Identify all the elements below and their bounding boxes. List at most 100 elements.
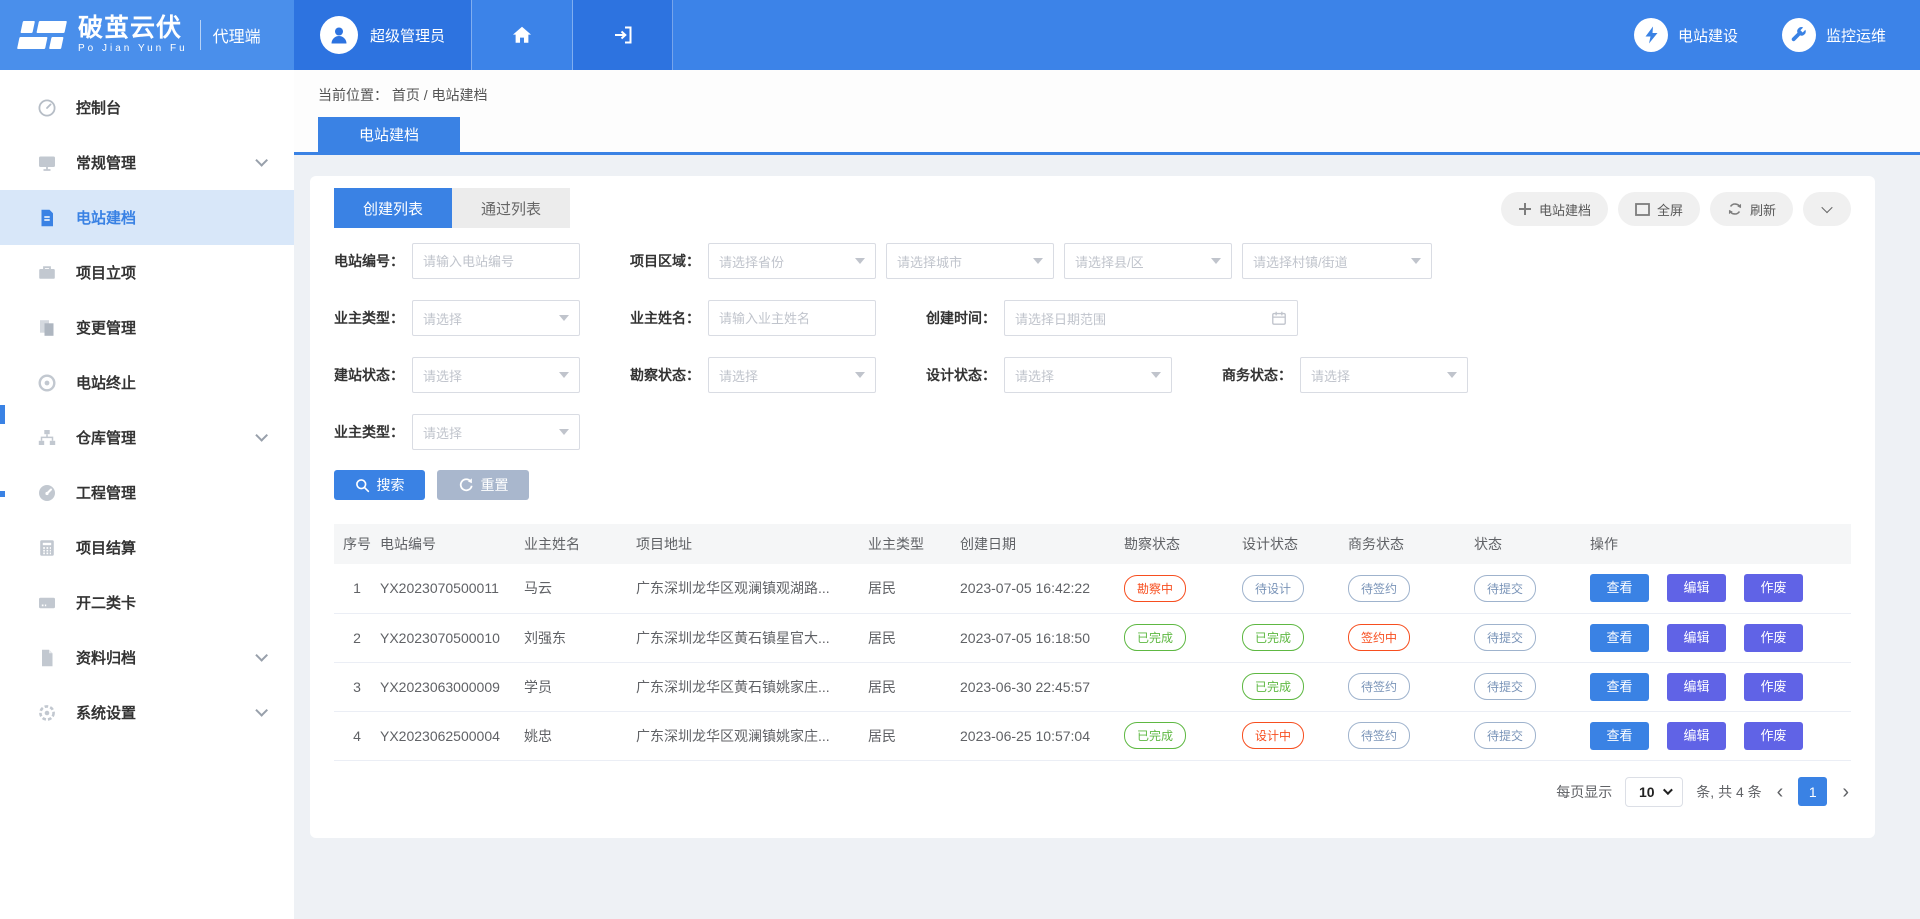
sidebar-item-warehouse-mgmt[interactable]: 仓库管理: [0, 410, 294, 465]
sidebar-item-change-mgmt[interactable]: 变更管理: [0, 300, 294, 355]
dashboard-icon: [36, 98, 58, 118]
owner-type-select[interactable]: 请选择: [412, 300, 580, 336]
void-button[interactable]: 作废: [1744, 624, 1803, 652]
build-status-select[interactable]: 请选择: [412, 357, 580, 393]
sidebar-item-system-settings[interactable]: 系统设置: [0, 685, 294, 740]
breadcrumb-path[interactable]: 首页 / 电站建档: [392, 87, 488, 103]
design-status-badge: 待设计: [1242, 575, 1304, 602]
sidebar-item-label: 控制台: [76, 97, 121, 118]
lightning-icon: [1634, 18, 1668, 52]
province-select[interactable]: 请选择省份: [708, 243, 876, 279]
page-tab-station-archive[interactable]: 电站建档: [318, 117, 460, 152]
owner-type2-select[interactable]: 请选择: [412, 414, 580, 450]
caret-down-icon: [559, 372, 569, 378]
caret-down-icon: [1447, 372, 1457, 378]
topbar: 破茧云伏 Po Jian Yun Fu 代理端 超级管理员: [0, 0, 1920, 70]
search-label: 搜索: [377, 475, 405, 495]
sidebar-item-label: 项目立项: [76, 262, 136, 283]
survey-status-select[interactable]: 请选择: [708, 357, 876, 393]
design-status-select[interactable]: 请选择: [1004, 357, 1172, 393]
tab-create-list[interactable]: 创建列表: [334, 188, 452, 228]
sidebar-item-project-settlement[interactable]: 项目结算: [0, 520, 294, 575]
sidebar-item-label: 开二类卡: [76, 592, 136, 613]
edit-button[interactable]: 编辑: [1667, 624, 1726, 652]
fullscreen-button[interactable]: 全屏: [1618, 192, 1700, 226]
brand-subtitle: Po Jian Yun Fu: [78, 44, 188, 55]
card-icon: [36, 593, 58, 613]
home-button[interactable]: [471, 0, 573, 70]
nav-monitor-ops[interactable]: 监控运维: [1782, 18, 1886, 52]
table-header-row: 序号电站编号 业主姓名项目地址 业主类型创建日期 勘察状态设计状态 商务状态状态…: [334, 524, 1851, 564]
survey-status-label: 勘察状态：: [630, 365, 700, 385]
panel-card: 创建列表 通过列表 电站建档 全屏: [310, 176, 1875, 838]
date-range-picker[interactable]: 请选择日期范围: [1004, 300, 1298, 336]
sidebar-item-station-termination[interactable]: 电站终止: [0, 355, 294, 410]
calendar-icon: [1271, 310, 1287, 326]
create-station-label: 电站建档: [1539, 200, 1591, 219]
avatar: [320, 16, 358, 54]
refresh-button[interactable]: 刷新: [1710, 192, 1793, 226]
view-button[interactable]: 查看: [1590, 673, 1649, 701]
sidebar-item-label: 电站终止: [76, 372, 136, 393]
sidebar-item-project-initiation[interactable]: 项目立项: [0, 245, 294, 300]
sidebar-item-console[interactable]: 控制台: [0, 80, 294, 135]
sidebar-item-open-card[interactable]: 开二类卡: [0, 575, 294, 630]
owner-type-label: 业主类型：: [334, 308, 404, 328]
edit-button[interactable]: 编辑: [1667, 722, 1726, 750]
total-count-label: 条, 共 4 条: [1696, 782, 1761, 802]
reset-label: 重置: [481, 475, 509, 495]
file-icon: [36, 648, 58, 668]
briefcase-icon: [36, 263, 58, 283]
county-select[interactable]: 请选择县/区: [1064, 243, 1232, 279]
prev-page-button[interactable]: ‹: [1775, 782, 1786, 802]
chevron-down-icon: [255, 154, 268, 167]
breadcrumb-prefix: 当前位置：: [318, 87, 388, 103]
gear-icon: [36, 703, 58, 723]
city-select[interactable]: 请选择城市: [886, 243, 1054, 279]
sidebar-item-label: 工程管理: [76, 482, 136, 503]
sidebar-item-label: 系统设置: [76, 702, 136, 723]
logo: 破茧云伏 Po Jian Yun Fu 代理端: [0, 0, 294, 70]
collapse-button[interactable]: [1803, 192, 1851, 226]
region-label: 项目区域：: [630, 251, 700, 271]
void-button[interactable]: 作废: [1744, 574, 1803, 602]
void-button[interactable]: 作废: [1744, 722, 1803, 750]
user-menu[interactable]: 超级管理员: [294, 0, 471, 70]
current-page-button[interactable]: 1: [1798, 777, 1827, 806]
search-button[interactable]: 搜索: [334, 470, 425, 500]
sidebar-item-general-mgmt[interactable]: 常规管理: [0, 135, 294, 190]
brand-logo-icon: [14, 15, 73, 55]
caret-down-icon: [855, 258, 865, 264]
owner-type2-label: 业主类型：: [334, 422, 404, 442]
void-button[interactable]: 作废: [1744, 673, 1803, 701]
design-status-label: 设计状态：: [926, 365, 996, 385]
town-select[interactable]: 请选择村镇/街道: [1242, 243, 1432, 279]
sidebar-item-data-archive[interactable]: 资料归档: [0, 630, 294, 685]
business-status-select[interactable]: 请选择: [1300, 357, 1468, 393]
monitor-icon: [36, 153, 58, 173]
caret-down-icon: [1033, 258, 1043, 264]
create-station-button[interactable]: 电站建档: [1501, 192, 1608, 226]
sidebar-item-station-archive[interactable]: 电站建档: [0, 190, 294, 245]
owner-name-input[interactable]: [708, 300, 876, 336]
logout-button[interactable]: [573, 0, 673, 70]
next-page-button[interactable]: ›: [1840, 782, 1851, 802]
tab-passed-list[interactable]: 通过列表: [452, 188, 570, 228]
status-badge: 待提交: [1474, 624, 1536, 651]
nav-station-build[interactable]: 电站建设: [1634, 18, 1738, 52]
status-badge: 待提交: [1474, 722, 1536, 749]
survey-status-badge: 勘察中: [1124, 575, 1186, 602]
reset-button[interactable]: 重置: [437, 470, 529, 500]
sitemap-icon: [36, 428, 58, 448]
view-button[interactable]: 查看: [1590, 722, 1649, 750]
per-page-select[interactable]: 10: [1625, 777, 1683, 807]
view-button[interactable]: 查看: [1590, 574, 1649, 602]
edit-button[interactable]: 编辑: [1667, 673, 1726, 701]
sidebar: 控制台 常规管理 电站建档 项目立项: [0, 70, 294, 919]
sidebar-item-engineering-mgmt[interactable]: 工程管理: [0, 465, 294, 520]
view-button[interactable]: 查看: [1590, 624, 1649, 652]
edit-button[interactable]: 编辑: [1667, 574, 1726, 602]
station-no-input[interactable]: [412, 243, 580, 279]
business-status-badge: 待签约: [1348, 673, 1410, 700]
refresh-label: 刷新: [1750, 200, 1776, 219]
